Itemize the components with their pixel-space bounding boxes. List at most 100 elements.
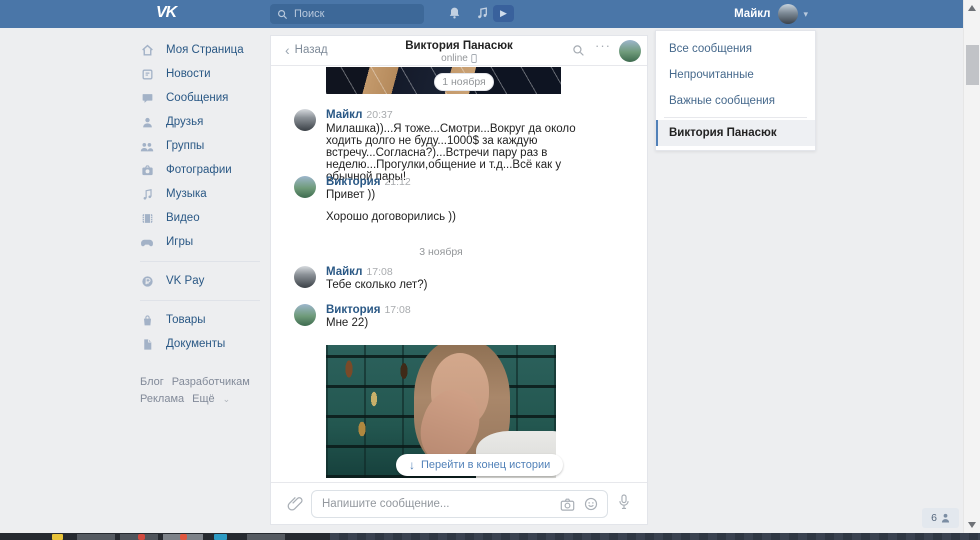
avatar[interactable] — [294, 304, 316, 326]
sidebar-item-my-page[interactable]: Моя Страница — [140, 38, 270, 62]
os-taskbar[interactable] — [0, 533, 980, 540]
scrollbar-thumb[interactable] — [966, 45, 979, 85]
date-separator-pill: 1 ноября — [434, 73, 494, 91]
games-icon — [140, 235, 154, 249]
vkpay-icon — [140, 274, 154, 288]
sidebar-item-video[interactable]: Видео — [140, 206, 270, 230]
online-status-text: online — [441, 53, 468, 64]
camera-icon[interactable] — [560, 498, 575, 511]
filter-important[interactable]: Важные сообщения — [656, 88, 815, 114]
message-author[interactable]: Майкл — [326, 266, 362, 278]
date-separator: 3 ноября — [271, 246, 611, 258]
goto-story-end-label: Перейти в конец истории — [421, 459, 550, 471]
sidebar-item-photos[interactable]: Фотографии — [140, 158, 270, 182]
conversation-title[interactable]: Виктория Панасюк — [271, 40, 647, 52]
message: Майкл20:37 Милашка))...Я тоже...Смотри..… — [294, 109, 588, 183]
sidebar-item-label: Сообщения — [166, 92, 228, 104]
down-arrow-icon: ↓ — [409, 458, 415, 472]
photos-icon — [140, 163, 154, 177]
taskbar-notification-dot — [180, 534, 187, 540]
vk-logo[interactable]: VK — [156, 4, 176, 22]
news-icon — [140, 67, 154, 81]
top-navigation-bar: VK ▶ Майкл ▾ — [0, 0, 980, 28]
message-history[interactable]: 1 ноября Майкл20:37 Милашка))...Я тоже..… — [271, 66, 647, 482]
taskbar-notification-dot — [138, 534, 145, 540]
message-author[interactable]: Майкл — [326, 109, 362, 121]
messages-icon — [140, 91, 154, 105]
home-icon — [140, 43, 154, 57]
sidebar-item-vkpay[interactable]: VK Pay — [140, 269, 270, 293]
page-scrollbar[interactable] — [963, 0, 980, 533]
left-sidebar: Моя Страница Новости Сообщения Друзья Гр… — [140, 38, 270, 408]
message-input[interactable] — [312, 498, 560, 510]
document-icon — [140, 337, 154, 351]
search-input[interactable] — [294, 8, 414, 20]
message: Виктория21:12 Привет )) — [294, 176, 588, 202]
footer-link-ads[interactable]: Реклама — [140, 393, 184, 405]
sidebar-footer-links: БлогРазработчикам РекламаЕщё⌄ — [140, 374, 270, 408]
notifications-bell-icon[interactable] — [448, 6, 461, 20]
message-input-box[interactable] — [311, 490, 608, 518]
goto-story-end-button[interactable]: ↓ Перейти в конец истории — [396, 454, 563, 476]
footer-link-more[interactable]: Ещё — [192, 393, 215, 405]
taskbar-app-icon[interactable] — [214, 534, 227, 540]
sidebar-item-label: Игры — [166, 236, 193, 248]
scrollbar-down-arrow[interactable] — [968, 522, 976, 528]
message: Майкл17:08 Тебе сколько лет?) — [294, 266, 588, 292]
emoji-smiley-icon[interactable] — [584, 497, 598, 511]
attach-paperclip-icon[interactable] — [287, 494, 303, 512]
taskbar-right-section — [330, 533, 980, 540]
avatar[interactable] — [294, 266, 316, 288]
scrollbar-up-arrow[interactable] — [968, 5, 976, 11]
message-time: 20:37 — [366, 109, 392, 121]
footer-link-blog[interactable]: Блог — [140, 376, 164, 388]
sidebar-item-friends[interactable]: Друзья — [140, 110, 270, 134]
message-text: Мне 22) — [326, 318, 588, 330]
sidebar-item-documents[interactable]: Документы — [140, 332, 270, 356]
conversation-panel: ‹ Назад Виктория Панасюк online ··· 1 но… — [270, 35, 648, 525]
video-icon — [140, 211, 154, 225]
taskbar-app-icon[interactable] — [52, 534, 63, 540]
message-text: Тебе сколько лет?) — [326, 280, 588, 292]
online-friends-badge[interactable]: 6 — [922, 508, 959, 528]
friends-icon — [140, 115, 154, 129]
person-icon — [941, 513, 950, 523]
sidebar-item-news[interactable]: Новости — [140, 62, 270, 86]
avatar[interactable] — [294, 109, 316, 131]
footer-link-developers[interactable]: Разработчикам — [172, 376, 250, 388]
conversation-header: ‹ Назад Виктория Панасюк online ··· — [271, 36, 647, 66]
avatar[interactable] — [294, 176, 316, 198]
message-author[interactable]: Виктория — [326, 304, 380, 316]
filter-all-messages[interactable]: Все сообщения — [656, 36, 815, 62]
chat-search-icon[interactable] — [572, 44, 585, 57]
video-play-icon[interactable]: ▶ — [493, 5, 514, 22]
voice-message-microphone-icon[interactable] — [617, 493, 631, 511]
message: Виктория 17:08 Мне 22) — [294, 304, 588, 330]
sidebar-item-label: Друзья — [166, 116, 203, 128]
sidebar-item-messages[interactable]: Сообщения — [140, 86, 270, 110]
sidebar-item-label: VK Pay — [166, 275, 204, 287]
menu-divider — [664, 117, 807, 118]
sidebar-item-games[interactable]: Игры — [140, 230, 270, 254]
sidebar-item-groups[interactable]: Группы — [140, 134, 270, 158]
music-icon[interactable] — [476, 6, 489, 20]
sidebar-divider — [140, 261, 260, 262]
global-search[interactable] — [270, 4, 424, 24]
message-text: Привет )) — [326, 190, 588, 202]
sidebar-item-music[interactable]: Музыка — [140, 182, 270, 206]
message-author[interactable]: Виктория — [326, 176, 380, 188]
sidebar-item-market[interactable]: Товары — [140, 308, 270, 332]
sidebar-divider — [140, 300, 260, 301]
filter-unread[interactable]: Непрочитанные — [656, 62, 815, 88]
message-composer — [271, 482, 647, 524]
chat-more-actions-icon[interactable]: ··· — [595, 38, 611, 53]
online-friends-count: 6 — [931, 512, 937, 524]
account-menu[interactable]: Майкл ▾ — [734, 4, 808, 24]
selected-conversation-item[interactable]: Виктория Панасюк — [656, 120, 815, 146]
message-time: 17:08 — [384, 304, 410, 316]
chat-peer-avatar[interactable] — [619, 40, 641, 62]
taskbar-app-icon[interactable] — [77, 534, 115, 540]
taskbar-app-icon[interactable] — [247, 534, 285, 540]
mobile-phone-icon — [471, 54, 477, 63]
online-status: online — [271, 53, 647, 64]
